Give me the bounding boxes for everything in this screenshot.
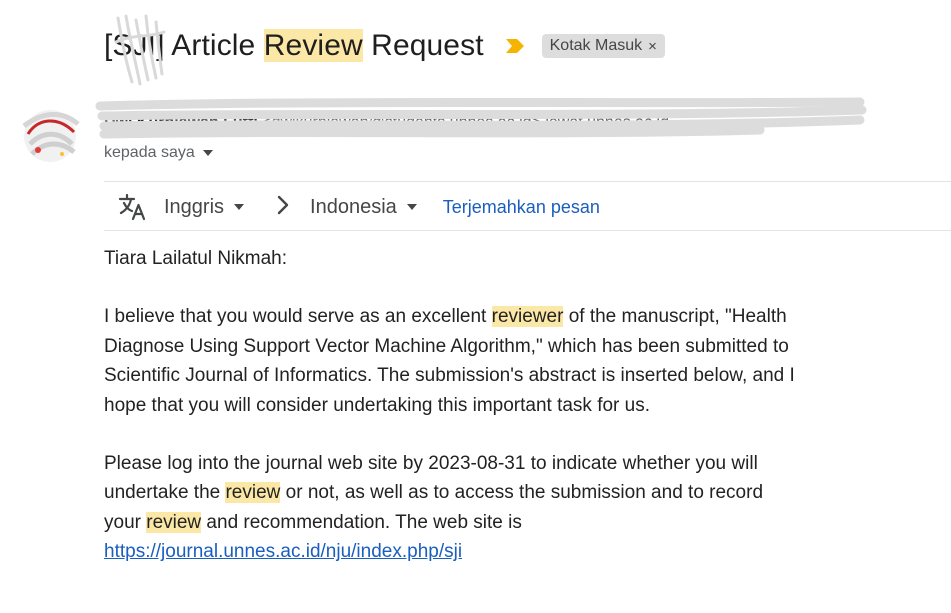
divider-top [104, 181, 951, 182]
recipient-label: kepada saya [104, 144, 195, 161]
inbox-label-text: Kotak Masuk [549, 37, 643, 54]
translate-bar: Inggris Indonesia Terjemahkan pesan [104, 190, 600, 224]
paragraph-instructions: Please log into the journal web site by … [104, 453, 764, 563]
message-body: Tiara Lailatul Nikmah: I believe that yo… [104, 244, 804, 567]
sender-row[interactable]: Dwi Kurniawan Lutfi <dwikurniawan@studen… [104, 114, 669, 132]
subject-highlight: Review [263, 29, 363, 62]
journal-website-link[interactable]: https://journal.unnes.ac.id/nju/index.ph… [104, 541, 462, 562]
source-language-select[interactable]: Inggris [164, 195, 245, 219]
subject-suffix: Request [362, 29, 484, 62]
paragraph-invitation: I believe that you would serve as an exc… [104, 306, 795, 416]
greeting: Tiara Lailatul Nikmah: [104, 248, 288, 269]
inbox-label-chip[interactable]: Kotak Masuk × [541, 34, 665, 58]
unsubscribe-link[interactable]: lewat unnes.ac.id [545, 114, 669, 131]
subject-row: [SJI] Article Review Request Kotak Masuk… [104, 22, 665, 70]
sender-avatar[interactable] [18, 104, 82, 168]
source-language-chevron-icon [234, 204, 245, 210]
recipient-details-chevron-icon[interactable] [202, 150, 213, 156]
recipient-row[interactable]: kepada saya [104, 144, 213, 162]
arrow-right-icon [276, 194, 290, 221]
highlight-review-2: review [146, 511, 202, 533]
target-language-label: Indonesia [310, 195, 397, 218]
email-subject: [SJI] Article Review Request [104, 29, 484, 63]
translate-icon [118, 193, 148, 221]
sender-email: <dwikurniawan@students.unnes.ac.id> [262, 114, 541, 131]
importance-marker-icon[interactable] [505, 39, 524, 53]
highlight-review-1: review [225, 482, 281, 504]
target-language-chevron-icon [406, 204, 417, 210]
target-language-select[interactable]: Indonesia [310, 196, 417, 219]
remove-label-icon[interactable]: × [648, 38, 657, 55]
highlight-reviewer: reviewer [491, 306, 564, 328]
subject-prefix: [SJI] Article [104, 29, 264, 62]
sender-name[interactable]: Dwi Kurniawan Lutfi [104, 114, 258, 131]
divider-bottom [104, 230, 951, 231]
translate-message-link[interactable]: Terjemahkan pesan [443, 197, 600, 218]
source-language-label: Inggris [164, 195, 225, 218]
